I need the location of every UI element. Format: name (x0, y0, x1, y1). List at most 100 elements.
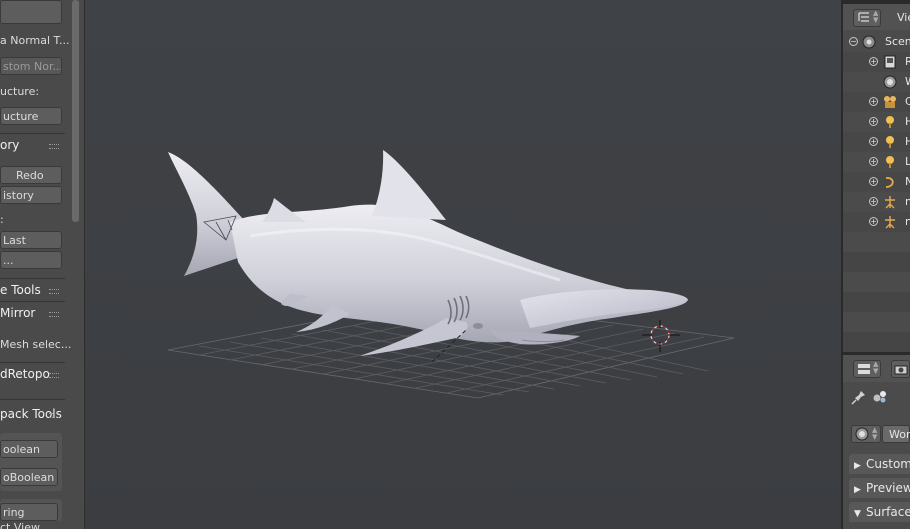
expand-toggle-icon[interactable]: + (869, 117, 878, 126)
retopo-header[interactable]: dRetopo (0, 363, 65, 385)
outliner-row-armature-2[interactable]: + n (843, 212, 910, 232)
context-objects-icon[interactable] (872, 389, 888, 405)
expand-toggle-icon[interactable]: + (869, 137, 878, 146)
outliner-row-label: C (905, 95, 910, 108)
outliner-row-label: n (905, 195, 910, 208)
outliner-row-label: L (905, 155, 910, 168)
auto-boolean-button[interactable]: oBoolean (0, 468, 58, 486)
pin-icon[interactable] (851, 389, 867, 405)
mirror-header-label: Mirror (0, 306, 36, 320)
preview-panel[interactable]: ▶ Preview (849, 478, 910, 498)
collapsed-arrow-icon: ▶ (854, 461, 861, 471)
ring-button[interactable]: ring (0, 503, 58, 521)
drag-grip-icon[interactable] (49, 413, 59, 418)
drag-grip-icon[interactable] (49, 289, 59, 294)
collapsed-arrow-icon: ▶ (854, 485, 861, 495)
world-icon (883, 75, 897, 89)
expand-toggle-icon[interactable]: + (869, 197, 878, 206)
outliner-row-label: n (905, 215, 910, 228)
history-header-label: ory (0, 138, 20, 152)
updown-arrows-icon: ▲ ▼ (872, 426, 878, 441)
outliner-list-icon (858, 12, 869, 22)
expand-toggle-icon[interactable]: + (869, 57, 878, 66)
undo-history-button[interactable]: istory (0, 186, 62, 204)
pack-tools-header[interactable]: pack Tools (0, 403, 65, 425)
world-icon (855, 427, 869, 441)
render-layers-icon (884, 55, 896, 69)
structure-label: ucture: (0, 85, 40, 98)
repeat-last-button[interactable]: Last (0, 231, 62, 249)
outliner-row-lamp-3[interactable]: + L (843, 152, 910, 172)
outliner-row-lamp-1[interactable]: + H (843, 112, 910, 132)
history-header[interactable]: ory (0, 134, 65, 156)
updown-arrows-icon: ▲ ▼ (873, 360, 879, 375)
view-menu[interactable]: Vie (897, 11, 910, 24)
lamp-icon (886, 136, 894, 148)
tools-header[interactable]: e Tools (0, 279, 65, 301)
tool-shelf-scrollbar[interactable] (72, 0, 79, 222)
lamp-icon (886, 156, 894, 168)
expand-toggle-icon[interactable]: + (869, 97, 878, 106)
drag-grip-icon[interactable] (49, 312, 59, 317)
redo-button[interactable]: Redo (0, 166, 62, 184)
editor-type-dropdown[interactable]: ▲ ▼ (853, 360, 881, 378)
drag-grip-icon[interactable] (49, 144, 59, 149)
outliner-row-render-layers[interactable]: + R (843, 52, 910, 72)
mesh-select-label[interactable]: Mesh selec... (0, 338, 71, 351)
outliner-row-label: H (905, 135, 910, 148)
custom-props-panel[interactable]: ▶ Custom (849, 454, 910, 474)
expand-toggle-icon[interactable]: + (869, 157, 878, 166)
world-selector[interactable]: ▲ ▼ (851, 425, 881, 443)
outliner-row-label: Scen (885, 35, 910, 48)
camera-render-icon (894, 365, 908, 375)
world-name-text: Wor (889, 428, 910, 441)
lamp-icon (886, 116, 894, 128)
outliner-row-label: N (905, 175, 910, 188)
last-view-label: ct View (0, 521, 40, 529)
collapse-toggle-icon[interactable]: − (849, 37, 858, 46)
mirror-header[interactable]: Mirror (0, 302, 65, 324)
normal-transfer-label[interactable]: a Normal T... (0, 34, 69, 47)
outliner-panel: ▲▼ Vie − Scen + R W + C + H + (841, 0, 910, 352)
outliner-row-scene[interactable]: − Scen (843, 32, 910, 52)
outliner-row-armature-1[interactable]: + n (843, 192, 910, 212)
updown-arrows-icon: ▲ ▼ (873, 9, 879, 24)
repeat-history-button[interactable]: ... (0, 251, 62, 269)
custom-normals-button[interactable]: stom Nor... (0, 57, 62, 75)
armature-icon (885, 196, 895, 209)
display-mode-dropdown[interactable]: ▲ ▼ (853, 9, 881, 27)
expand-toggle-icon[interactable]: + (869, 217, 878, 226)
camera-icon (884, 96, 896, 108)
repeat-label: : (0, 213, 4, 226)
shark-model[interactable] (168, 150, 688, 356)
outliner-row-curve[interactable]: + N (843, 172, 910, 192)
3d-viewport[interactable] (85, 0, 841, 529)
retopo-header-label: dRetopo (0, 367, 50, 381)
world-name-field[interactable]: Wor (882, 425, 910, 443)
top-button[interactable] (0, 0, 62, 24)
panel-label: Surface (866, 505, 910, 519)
tool-shelf: a Normal T... stom Nor... ucture: ucture… (0, 0, 85, 529)
expanded-arrow-icon: ▼ (854, 509, 861, 519)
structure-button[interactable]: ucture (0, 107, 62, 125)
outliner-row-label: R (905, 55, 910, 68)
outliner-row-world[interactable]: W (843, 72, 910, 92)
render-tab-button[interactable] (891, 360, 910, 378)
armature-icon (885, 216, 895, 229)
curve-icon (885, 177, 894, 188)
expand-toggle-icon[interactable]: + (869, 177, 878, 186)
panel-label: Custom (866, 457, 910, 471)
outliner-row-label: H (905, 115, 910, 128)
tools-header-label: e Tools (0, 283, 41, 297)
properties-icon (858, 364, 870, 374)
surface-panel[interactable]: ▼ Surface (849, 502, 910, 522)
scene-icon (862, 35, 876, 49)
properties-header: ▲ ▼ (843, 355, 910, 382)
outliner-row-camera[interactable]: + C (843, 92, 910, 112)
outliner-header: ▲▼ Vie (843, 4, 910, 30)
panel-label: Preview (866, 481, 910, 495)
outliner-row-lamp-2[interactable]: + H (843, 132, 910, 152)
drag-grip-icon[interactable] (49, 373, 59, 378)
boolean-button[interactable]: oolean (0, 440, 58, 458)
outliner-row-label: W (905, 75, 910, 88)
